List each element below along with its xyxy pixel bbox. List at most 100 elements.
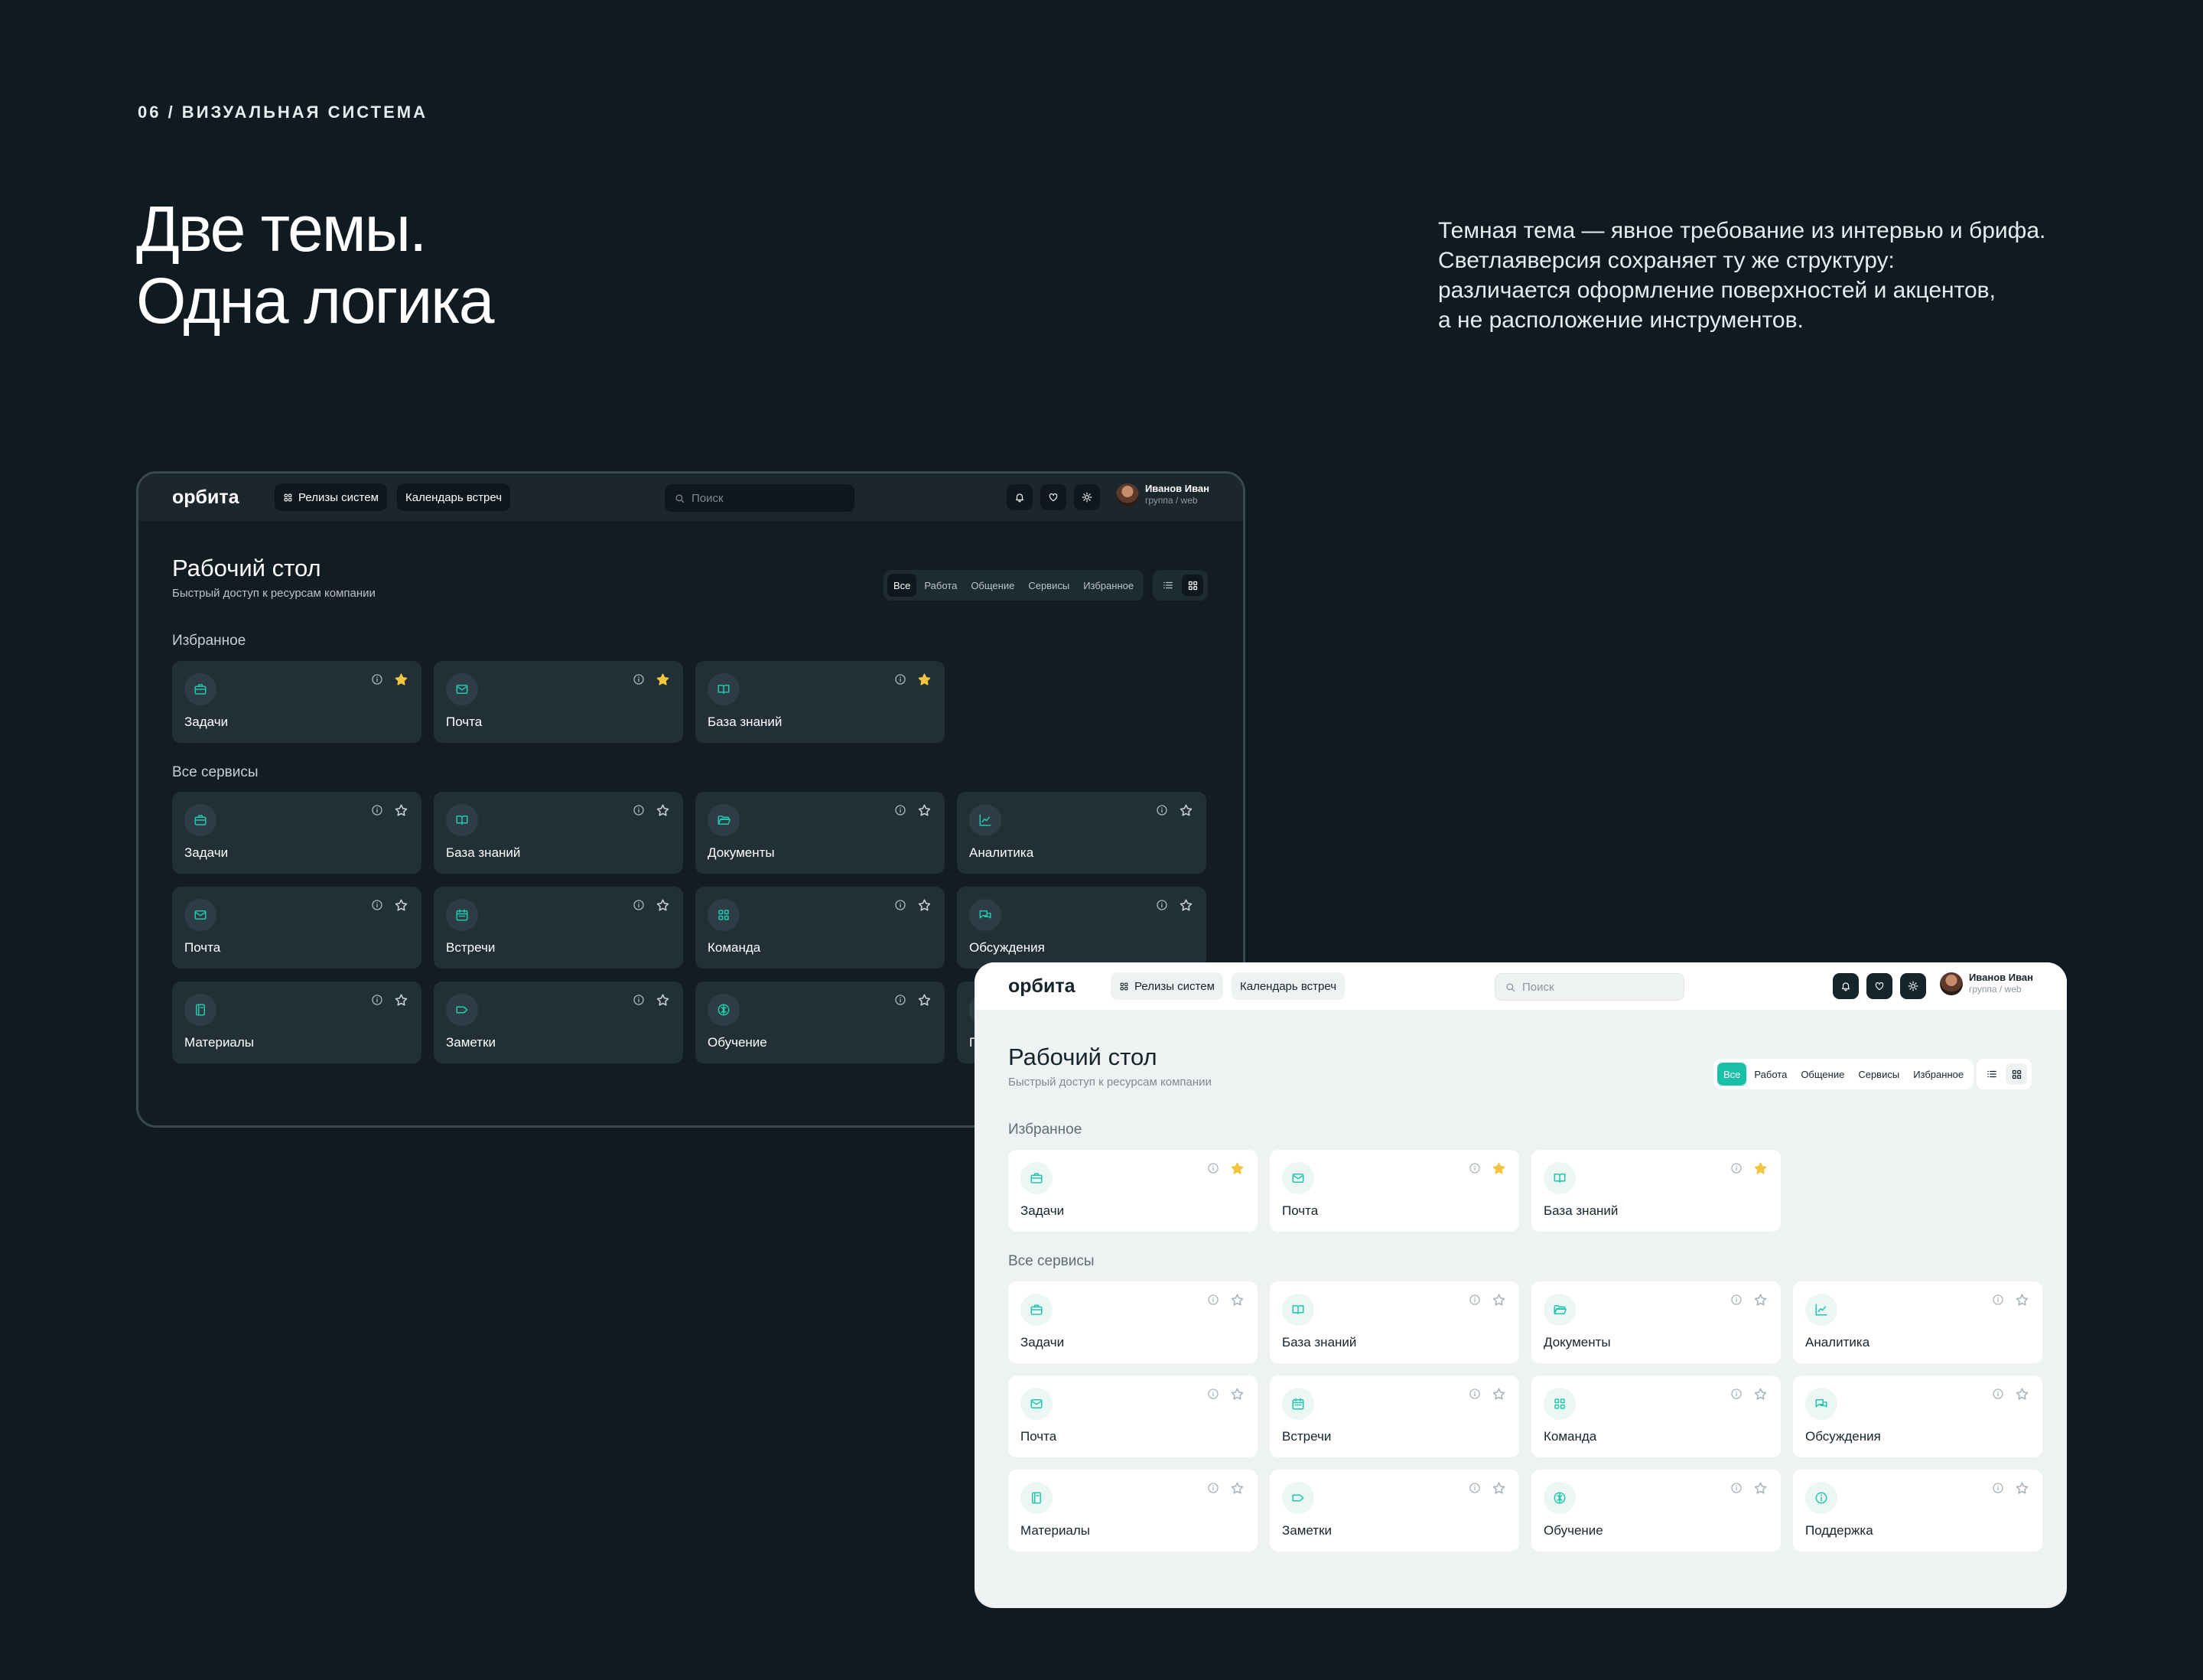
info-icon[interactable] [1467, 1386, 1482, 1402]
filter-tab[interactable]: Сервисы [1852, 1063, 1905, 1086]
service-card[interactable]: Почта [1270, 1150, 1519, 1232]
info-icon[interactable] [369, 897, 385, 913]
star-icon[interactable] [1228, 1160, 1245, 1177]
star-icon[interactable] [392, 991, 409, 1008]
list-view-button[interactable] [1981, 1063, 2003, 1085]
star-icon[interactable] [654, 671, 671, 688]
filter-tab[interactable]: Сервисы [1022, 574, 1075, 597]
service-card[interactable]: Обучение [1531, 1470, 1781, 1551]
service-card[interactable]: Встречи [434, 887, 683, 969]
info-icon[interactable] [369, 672, 385, 687]
grid-view-button[interactable] [1182, 575, 1203, 596]
service-card[interactable]: Обсуждения [957, 887, 1206, 969]
info-icon[interactable] [1467, 1480, 1482, 1496]
service-card[interactable]: Материалы [1008, 1470, 1258, 1551]
filter-tab[interactable]: Все [887, 574, 917, 597]
star-icon[interactable] [2013, 1291, 2030, 1308]
service-card[interactable]: Задачи [172, 661, 421, 743]
bell-button[interactable] [1007, 484, 1033, 510]
star-icon[interactable] [654, 991, 671, 1008]
info-icon[interactable] [893, 672, 908, 687]
info-icon[interactable] [631, 897, 646, 913]
nav-releases-button[interactable]: Релизы систем [1111, 972, 1223, 1000]
user-menu[interactable]: Иванов Иван группа / web [1115, 483, 1209, 506]
info-icon[interactable] [631, 992, 646, 1008]
star-icon[interactable] [916, 802, 932, 819]
star-icon[interactable] [1752, 1480, 1769, 1496]
service-card[interactable]: Обсуждения [1793, 1376, 2042, 1457]
star-icon[interactable] [2013, 1385, 2030, 1402]
search-input[interactable]: Поиск [665, 484, 854, 512]
star-icon[interactable] [1752, 1291, 1769, 1308]
info-icon[interactable] [1990, 1386, 2006, 1402]
info-icon[interactable] [1729, 1386, 1744, 1402]
sun-button[interactable] [1074, 484, 1100, 510]
info-icon[interactable] [1729, 1480, 1744, 1496]
heart-button[interactable] [1866, 973, 1892, 999]
info-icon[interactable] [369, 803, 385, 818]
grid-view-button[interactable] [2006, 1063, 2027, 1085]
info-icon[interactable] [893, 897, 908, 913]
filter-tab[interactable]: Работа [1748, 1063, 1793, 1086]
service-card[interactable]: Команда [1531, 1376, 1781, 1457]
service-card[interactable]: База знаний [695, 661, 945, 743]
star-icon[interactable] [1177, 897, 1194, 913]
filter-tab[interactable]: Избранное [1907, 1063, 1970, 1086]
star-icon[interactable] [1752, 1385, 1769, 1402]
star-icon[interactable] [916, 671, 932, 688]
star-icon[interactable] [1228, 1291, 1245, 1308]
service-card[interactable]: Задачи [172, 792, 421, 874]
nav-calendar-button[interactable]: Календарь встреч [1232, 972, 1346, 1000]
info-icon[interactable] [631, 672, 646, 687]
heart-button[interactable] [1040, 484, 1066, 510]
info-icon[interactable] [1206, 1480, 1221, 1496]
star-icon[interactable] [1490, 1480, 1507, 1496]
service-card[interactable]: Заметки [434, 982, 683, 1063]
service-card[interactable]: Аналитика [957, 792, 1206, 874]
info-icon[interactable] [1154, 897, 1170, 913]
service-card[interactable]: Документы [695, 792, 945, 874]
star-icon[interactable] [392, 802, 409, 819]
star-icon[interactable] [1177, 802, 1194, 819]
info-icon[interactable] [1154, 803, 1170, 818]
service-card[interactable]: База знаний [1531, 1150, 1781, 1232]
filter-tab[interactable]: Избранное [1077, 574, 1140, 597]
info-icon[interactable] [369, 992, 385, 1008]
info-icon[interactable] [893, 803, 908, 818]
star-icon[interactable] [916, 897, 932, 913]
info-icon[interactable] [631, 803, 646, 818]
info-icon[interactable] [893, 992, 908, 1008]
info-icon[interactable] [1206, 1386, 1221, 1402]
info-icon[interactable] [1729, 1292, 1744, 1307]
star-icon[interactable] [916, 991, 932, 1008]
search-input[interactable]: Поиск [1495, 973, 1684, 1001]
service-card[interactable]: Документы [1531, 1281, 1781, 1363]
service-card[interactable]: Команда [695, 887, 945, 969]
info-icon[interactable] [1206, 1292, 1221, 1307]
star-icon[interactable] [1752, 1160, 1769, 1177]
filter-tab[interactable]: Общение [1795, 1063, 1850, 1086]
service-card[interactable]: Заметки [1270, 1470, 1519, 1551]
info-icon[interactable] [1990, 1480, 2006, 1496]
bell-button[interactable] [1833, 973, 1859, 999]
service-card[interactable]: База знаний [1270, 1281, 1519, 1363]
star-icon[interactable] [1490, 1291, 1507, 1308]
service-card[interactable]: Поддержка [1793, 1470, 2042, 1551]
list-view-button[interactable] [1157, 575, 1179, 596]
star-icon[interactable] [392, 671, 409, 688]
info-icon[interactable] [1206, 1161, 1221, 1176]
service-card[interactable]: Встречи [1270, 1376, 1519, 1457]
service-card[interactable]: Материалы [172, 982, 421, 1063]
nav-calendar-button[interactable]: Календарь встреч [397, 483, 511, 511]
filter-tab[interactable]: Все [1717, 1063, 1747, 1086]
filter-tab[interactable]: Общение [965, 574, 1020, 597]
user-menu[interactable]: Иванов Иван группа / web [1939, 972, 2033, 995]
star-icon[interactable] [1490, 1160, 1507, 1177]
info-icon[interactable] [1467, 1161, 1482, 1176]
service-card[interactable]: База знаний [434, 792, 683, 874]
logo[interactable]: орбита [1008, 975, 1075, 998]
star-icon[interactable] [654, 802, 671, 819]
service-card[interactable]: Почта [1008, 1376, 1258, 1457]
service-card[interactable]: Задачи [1008, 1150, 1258, 1232]
logo[interactable]: орбита [172, 487, 239, 509]
